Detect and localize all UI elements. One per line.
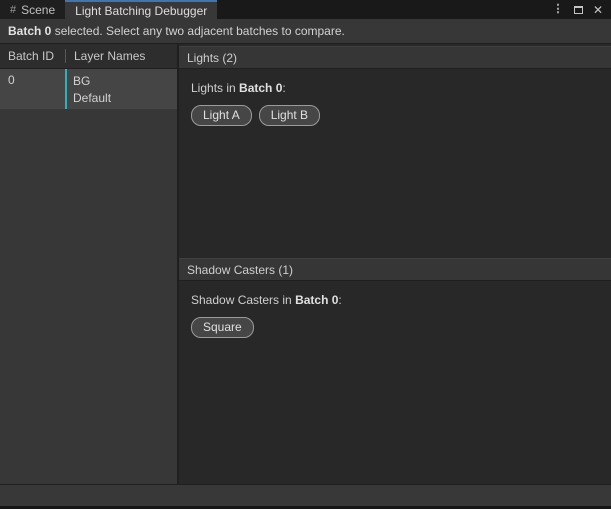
shadow-casters-section: Shadow Casters (1) Shadow Casters in Bat… — [179, 258, 611, 484]
layer-name: Default — [73, 90, 111, 107]
lights-section-body: Lights in Batch 0: Light A Light B — [179, 69, 611, 258]
light-chip-b[interactable]: Light B — [259, 105, 320, 126]
shadow-caster-chip-square[interactable]: Square — [191, 317, 254, 338]
bottom-status-bar — [0, 484, 611, 509]
batch-row-0[interactable]: 0 BG Default — [0, 69, 177, 109]
shadow-casters-caption: Shadow Casters in Batch 0: — [191, 293, 599, 307]
column-header-layer-names[interactable]: Layer Names — [66, 49, 145, 63]
shadow-casters-section-header: Shadow Casters (1) — [179, 258, 611, 281]
grid-icon: # — [10, 4, 16, 16]
batch-table-header: Batch ID Layer Names — [0, 44, 177, 69]
light-chip-a[interactable]: Light A — [191, 105, 252, 126]
light-batching-debugger-window: # Scene Light Batching Debugger ⋮ ✕ Batc… — [0, 0, 611, 509]
tab-strip: # Scene Light Batching Debugger ⋮ ✕ — [0, 0, 611, 19]
status-text-rest: selected. Select any two adjacent batche… — [51, 24, 345, 38]
shadow-casters-chip-row: Square — [191, 317, 599, 338]
batch-details-pane: Lights (2) Lights in Batch 0: Light A Li… — [179, 44, 611, 484]
lights-section: Lights (2) Lights in Batch 0: Light A Li… — [179, 46, 611, 258]
maximize-icon — [574, 6, 583, 14]
pane-menu-button[interactable]: ⋮ — [551, 3, 565, 17]
shadow-casters-section-title: Shadow Casters (1) — [187, 263, 293, 277]
batch-list-pane: Batch ID Layer Names 0 BG Default — [0, 44, 179, 484]
main-area: Batch ID Layer Names 0 BG Default Lights… — [0, 44, 611, 484]
column-header-batch-id[interactable]: Batch ID — [0, 49, 65, 63]
shadow-casters-section-body: Shadow Casters in Batch 0: Square — [179, 281, 611, 484]
kebab-menu-icon: ⋮ — [553, 4, 564, 15]
lights-section-header: Lights (2) — [179, 46, 611, 69]
close-icon: ✕ — [593, 4, 603, 16]
close-button[interactable]: ✕ — [591, 3, 605, 17]
status-info-bar: Batch 0 selected. Select any two adjacen… — [0, 19, 611, 44]
lights-section-title: Lights (2) — [187, 51, 237, 65]
status-text-bold: Batch 0 — [8, 24, 51, 38]
window-controls: ⋮ ✕ — [551, 0, 611, 19]
layer-name: BG — [73, 73, 111, 90]
status-text: Batch 0 selected. Select any two adjacen… — [8, 24, 345, 38]
tab-scene[interactable]: # Scene — [0, 0, 65, 19]
lights-chip-row: Light A Light B — [191, 105, 599, 126]
tab-scene-label: Scene — [21, 3, 55, 17]
tab-light-batching-debugger[interactable]: Light Batching Debugger — [65, 0, 217, 19]
lights-caption: Lights in Batch 0: — [191, 81, 599, 95]
batch-id-cell: 0 — [0, 69, 65, 109]
tab-light-batching-debugger-label: Light Batching Debugger — [75, 4, 207, 18]
layer-names-cell: BG Default — [67, 69, 111, 109]
maximize-button[interactable] — [571, 3, 585, 17]
